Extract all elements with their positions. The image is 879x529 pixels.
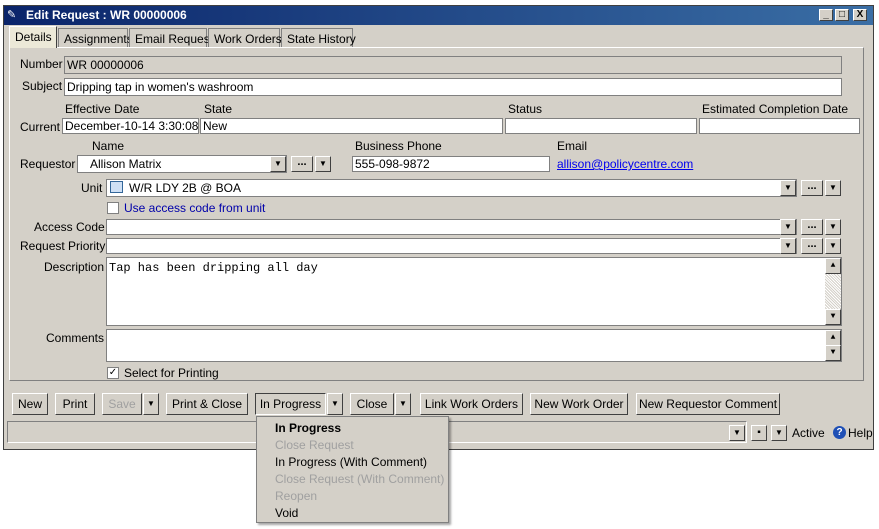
requestor-name-combo[interactable]: Allison Matrix xyxy=(77,155,287,173)
help-label[interactable]: Help xyxy=(848,426,873,440)
menu-item-close-request: Close Request xyxy=(275,438,354,452)
request-priority-label: Request Priority xyxy=(20,239,106,253)
request-priority-lookup-button[interactable]: ... xyxy=(801,238,823,254)
print-button[interactable]: Print xyxy=(55,393,95,415)
access-code-dropdown-button[interactable]: ▼ xyxy=(780,219,796,235)
tab-details[interactable]: Details xyxy=(9,26,57,48)
requestor-lookup-button[interactable]: ... xyxy=(291,156,313,172)
current-label: Current xyxy=(20,120,61,134)
access-code-combo[interactable] xyxy=(106,219,797,235)
request-priority-menu-button[interactable]: ▼ xyxy=(825,238,841,254)
number-label: Number xyxy=(20,57,63,71)
print-close-button[interactable]: Print & Close xyxy=(166,393,248,415)
unit-lookup-button[interactable]: ... xyxy=(801,180,823,196)
effective-date-label: Effective Date xyxy=(65,102,140,116)
menu-item-in-progress-with-comment[interactable]: In Progress (With Comment) xyxy=(275,455,427,469)
save-dropdown-button[interactable]: ▼ xyxy=(143,393,159,415)
email-link[interactable]: allison@policycentre.com xyxy=(557,157,693,171)
state-field[interactable]: New xyxy=(200,118,503,134)
minimize-button[interactable]: _ xyxy=(819,9,833,21)
unit-combo[interactable]: W/R LDY 2B @ BOA xyxy=(106,179,797,197)
link-work-orders-button[interactable]: Link Work Orders xyxy=(420,393,523,415)
new-work-order-button[interactable]: New Work Order xyxy=(530,393,628,415)
request-priority-combo[interactable] xyxy=(106,238,797,254)
requestor-menu-button[interactable]: ▼ xyxy=(315,156,331,172)
new-requestor-comment-button[interactable]: New Requestor Comment xyxy=(636,393,780,415)
tab-work-orders[interactable]: Work Orders xyxy=(208,28,282,47)
select-for-printing-checkbox[interactable]: ✓ xyxy=(107,367,119,379)
comments-textarea[interactable]: ▲ ▼ xyxy=(106,329,842,362)
email-label: Email xyxy=(557,139,588,153)
comments-scroll-down-arrow-icon[interactable]: ▼ xyxy=(825,345,841,361)
close-window-button[interactable]: X xyxy=(853,9,867,21)
status-dropdown-button[interactable]: ▼ xyxy=(729,425,745,441)
title-bar[interactable]: ✎ Edit Request : WR 00000006 _ □ X xyxy=(4,6,873,25)
description-textarea[interactable]: Tap has been dripping all day ▲ ▼ xyxy=(106,257,842,326)
number-field: WR 00000006 xyxy=(64,56,842,74)
tab-state-history[interactable]: State History xyxy=(281,28,356,47)
in-progress-dropdown-menu: In Progress Close Request In Progress (W… xyxy=(256,416,449,523)
comments-scrollbar[interactable]: ▲ ▼ xyxy=(825,330,841,361)
requestor-dropdown-button[interactable]: ▼ xyxy=(270,156,286,172)
menu-item-in-progress[interactable]: In Progress xyxy=(275,421,341,435)
access-code-label: Access Code xyxy=(34,220,105,234)
save-button[interactable]: Save xyxy=(102,393,142,415)
business-phone-label: Business Phone xyxy=(355,139,442,153)
use-access-code-checkbox[interactable] xyxy=(107,202,119,214)
name-label: Name xyxy=(92,139,125,153)
close-dropdown-button[interactable]: ▼ xyxy=(395,393,411,415)
comments-label: Comments xyxy=(46,331,105,345)
effective-date-field[interactable]: December-10-14 3:30:08.53 xyxy=(62,118,199,134)
menu-item-reopen: Reopen xyxy=(275,489,318,503)
status-label: Status xyxy=(508,102,543,116)
in-progress-button[interactable]: In Progress xyxy=(255,393,326,415)
maximize-button[interactable]: □ xyxy=(835,9,849,21)
description-scrollbar[interactable]: ▲ ▼ xyxy=(825,258,841,325)
window-title: Edit Request : WR 00000006 xyxy=(26,8,187,22)
state-label: State xyxy=(204,102,233,116)
new-button[interactable]: New xyxy=(12,393,48,415)
select-for-printing-label: Select for Printing xyxy=(124,366,219,380)
description-text: Tap has been dripping all day xyxy=(109,261,318,275)
in-progress-dropdown-button[interactable]: ▼ xyxy=(327,393,343,415)
save-menu-button[interactable]: ▼ xyxy=(771,425,787,441)
access-code-lookup-button[interactable]: ... xyxy=(801,219,823,235)
subject-field[interactable]: Dripping tap in women's washroom xyxy=(64,78,842,96)
request-priority-dropdown-button[interactable]: ▼ xyxy=(780,238,796,254)
tab-assignments[interactable]: Assignments xyxy=(58,28,133,47)
help-icon[interactable]: ? xyxy=(833,426,846,439)
unit-menu-button[interactable]: ▼ xyxy=(825,180,841,196)
estimated-completion-label: Estimated Completion Date xyxy=(702,102,849,116)
menu-item-close-request-with-comment: Close Request (With Comment) xyxy=(275,472,445,486)
scroll-down-arrow-icon[interactable]: ▼ xyxy=(825,309,841,325)
use-access-code-label: Use access code from unit xyxy=(124,201,266,215)
description-label: Description xyxy=(44,260,105,274)
app-key-icon: ✎ xyxy=(7,9,17,21)
comments-scroll-up-arrow-icon[interactable]: ▲ xyxy=(825,330,841,346)
subject-label: Subject xyxy=(22,79,63,93)
active-status-text: Active xyxy=(792,426,825,440)
business-phone-field[interactable]: 555-098-9872 xyxy=(352,156,550,172)
status-field[interactable] xyxy=(505,118,697,134)
menu-item-void[interactable]: Void xyxy=(275,506,298,520)
close-button[interactable]: Close xyxy=(350,393,394,415)
tab-email-request[interactable]: Email Request xyxy=(129,28,213,47)
requestor-label: Requestor xyxy=(20,157,76,171)
save-disk-icon[interactable]: ▪ xyxy=(751,425,767,441)
unit-dropdown-button[interactable]: ▼ xyxy=(780,180,796,196)
estimated-completion-field[interactable] xyxy=(699,118,860,134)
unit-label: Unit xyxy=(81,181,103,195)
access-code-menu-button[interactable]: ▼ xyxy=(825,219,841,235)
unit-cube-icon xyxy=(110,181,123,193)
scroll-up-arrow-icon[interactable]: ▲ xyxy=(825,258,841,274)
